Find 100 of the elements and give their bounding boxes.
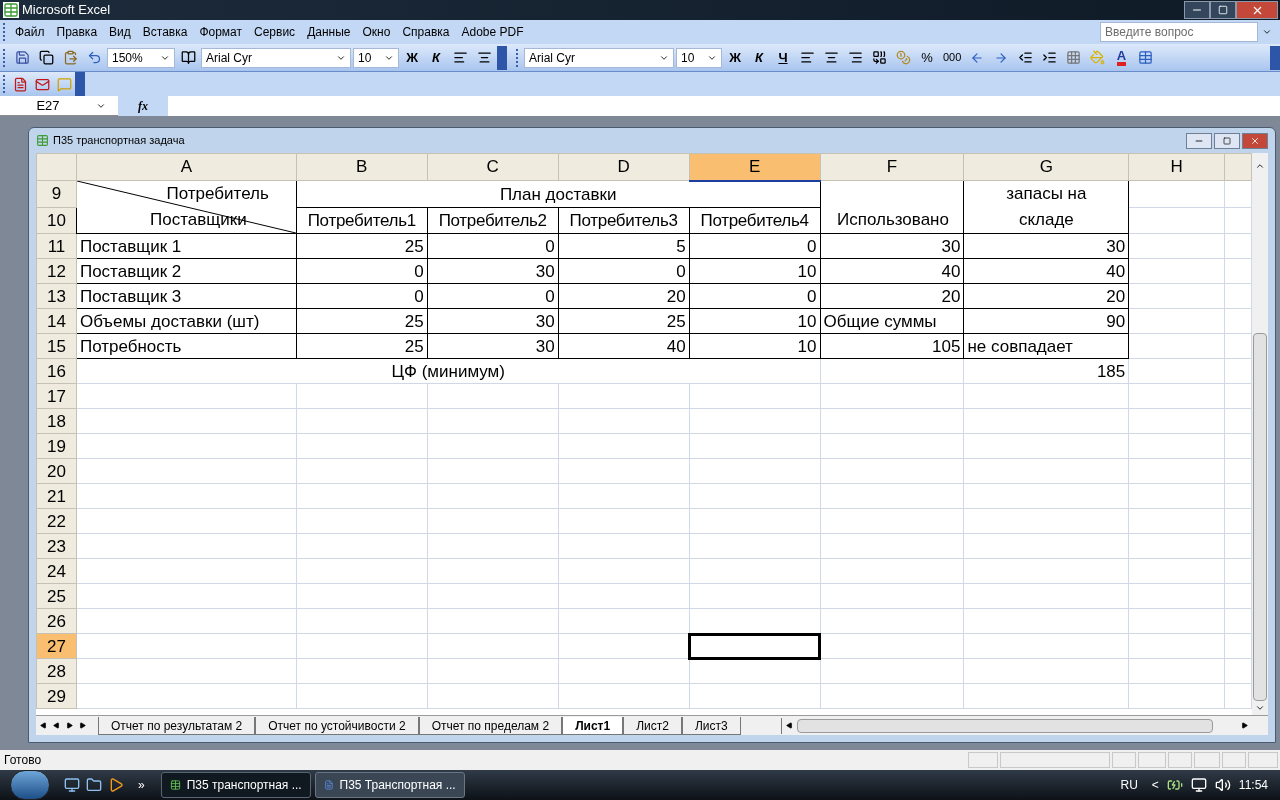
table-cell: не совпадает xyxy=(963,333,1129,359)
menu-item[interactable]: Файл xyxy=(9,23,51,41)
table-cell: Потребность xyxy=(76,333,297,359)
menu-item[interactable]: Вид xyxy=(103,23,137,41)
media-player-icon[interactable] xyxy=(108,777,124,793)
row-header[interactable]: 16 xyxy=(36,358,77,384)
vertical-scrollbar[interactable] xyxy=(1252,153,1268,715)
menu-item[interactable]: Вставка xyxy=(136,23,194,41)
network-icon[interactable] xyxy=(1190,777,1207,793)
font-color-button[interactable]: A xyxy=(1110,46,1133,69)
table-cell: Поставщик 1 xyxy=(76,233,297,259)
restore-button[interactable] xyxy=(1214,132,1240,149)
row-header[interactable]: 11 xyxy=(36,233,77,259)
function-label[interactable]: fx xyxy=(138,96,148,115)
font-size-field[interactable]: 10 xyxy=(676,47,722,68)
active-cell[interactable] xyxy=(689,633,820,659)
percent-button[interactable]: % xyxy=(916,46,938,69)
row-header[interactable]: 28 xyxy=(36,658,77,684)
taskbar-button[interactable]: П35 Транспортная ... xyxy=(314,772,465,798)
row-header[interactable]: 27 xyxy=(36,633,77,659)
table-cell: 5 xyxy=(558,233,690,259)
minimize-button[interactable] xyxy=(1184,1,1210,19)
sheet-tab[interactable]: Лист3 xyxy=(681,716,741,735)
toolbar-overflow[interactable] xyxy=(1270,45,1280,70)
row-header[interactable]: 21 xyxy=(36,483,77,509)
row-header[interactable]: 20 xyxy=(36,458,77,484)
row-header[interactable]: 26 xyxy=(36,608,77,634)
window-switch-icon[interactable] xyxy=(86,777,102,793)
column-header[interactable]: F xyxy=(820,153,964,181)
row-header[interactable]: 23 xyxy=(36,533,77,559)
close-button[interactable] xyxy=(1236,1,1278,19)
close-button[interactable] xyxy=(1242,132,1268,149)
column-header[interactable]: D xyxy=(558,153,690,181)
battery-icon[interactable] xyxy=(1166,777,1183,793)
row-header[interactable]: 17 xyxy=(36,383,77,409)
underline-button[interactable]: Ч xyxy=(772,46,794,69)
menu-item[interactable]: Данные xyxy=(301,23,357,41)
menu-item[interactable]: Формат xyxy=(193,23,249,41)
clock[interactable]: 11:54 xyxy=(1238,776,1268,794)
language-indicator[interactable]: RU xyxy=(1120,776,1138,794)
thousands-button[interactable]: 000 xyxy=(940,46,965,69)
scroll-right-icon xyxy=(1241,722,1248,729)
start-button[interactable] xyxy=(10,770,50,800)
italic-button[interactable]: К xyxy=(748,46,770,69)
scroll-up-icon xyxy=(1255,161,1265,171)
column-header[interactable]: B xyxy=(296,153,428,181)
row-header[interactable]: 9 xyxy=(36,180,77,207)
desktop-icon[interactable] xyxy=(64,777,80,793)
sheet-tab[interactable]: Лист2 xyxy=(623,716,682,735)
menu-item[interactable]: Сервис xyxy=(248,23,302,41)
sheet-tab[interactable]: Лист1 xyxy=(562,716,624,735)
menu-item[interactable]: Правка xyxy=(50,23,104,41)
arrow-right-icon xyxy=(994,50,1009,65)
font-size-field[interactable]: 10 xyxy=(353,47,399,68)
taskbar-button[interactable]: П35 транспортная ... xyxy=(160,772,311,798)
row-header[interactable]: 29 xyxy=(36,683,77,709)
table-cell: 40 xyxy=(558,333,690,359)
menu-item[interactable]: Adobe PDF xyxy=(455,23,530,41)
column-header[interactable]: G xyxy=(963,153,1129,181)
font-field[interactable]: Arial Cyr xyxy=(201,47,351,68)
more-button[interactable]: » xyxy=(138,776,145,794)
menu-item[interactable]: Справка xyxy=(396,23,456,41)
column-header[interactable]: E xyxy=(689,153,820,181)
next-sheet-icon[interactable] xyxy=(66,722,73,729)
toolbar-overflow[interactable] xyxy=(497,45,507,70)
column-header[interactable]: C xyxy=(427,153,559,181)
row-header[interactable]: 25 xyxy=(36,583,77,609)
table-cell: 10 xyxy=(689,333,820,359)
row-header[interactable]: 18 xyxy=(36,408,77,434)
restore-button[interactable] xyxy=(1210,1,1236,19)
column-header[interactable]: H xyxy=(1128,153,1225,181)
row-header[interactable]: 12 xyxy=(36,258,77,284)
first-sheet-icon[interactable] xyxy=(40,722,47,729)
bold-button[interactable]: Ж xyxy=(724,46,746,69)
last-sheet-icon[interactable] xyxy=(79,722,86,729)
row-header[interactable]: 19 xyxy=(36,433,77,459)
italic-button[interactable]: К xyxy=(425,46,447,69)
font-field[interactable]: Arial Cyr xyxy=(524,47,674,68)
row-header[interactable]: 13 xyxy=(36,283,77,309)
minimize-button[interactable] xyxy=(1186,132,1212,149)
show-hidden-icons[interactable]: < xyxy=(1151,776,1159,794)
row-header[interactable]: 22 xyxy=(36,508,77,534)
table-cell: 25 xyxy=(296,333,428,359)
zoom-field[interactable]: 150% xyxy=(107,47,175,68)
bold-button[interactable]: Ж xyxy=(401,46,423,69)
column-header[interactable]: A xyxy=(76,153,297,181)
sheet-tab[interactable]: Отчет по результатам 2 xyxy=(98,716,256,735)
help-search-field[interactable]: Введите вопрос xyxy=(1100,22,1258,42)
volume-icon[interactable] xyxy=(1214,777,1231,793)
previous-sheet-icon[interactable] xyxy=(53,722,60,729)
row-header[interactable]: 15 xyxy=(36,333,77,359)
menu-item[interactable]: Окно xyxy=(356,23,397,41)
row-header[interactable]: 10 xyxy=(36,207,77,234)
row-header[interactable]: 14 xyxy=(36,308,77,334)
sheet-tab[interactable]: Отчет по устойчивости 2 xyxy=(255,716,419,735)
row-header[interactable]: 24 xyxy=(36,558,77,584)
table-cell: 30 xyxy=(427,308,559,334)
name-box[interactable]: E27 xyxy=(0,95,118,116)
restore-icon xyxy=(1218,5,1228,15)
sheet-tab[interactable]: Отчет по пределам 2 xyxy=(418,716,563,735)
